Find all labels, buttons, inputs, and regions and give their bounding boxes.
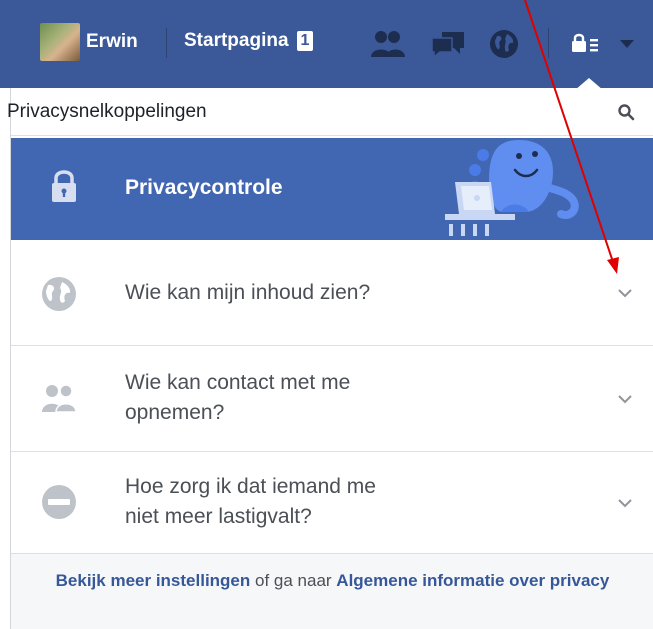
top-navigation-bar: Erwin Startpagina 1: [0, 0, 653, 90]
privacy-basics-link[interactable]: Algemene informatie over privacy: [336, 571, 609, 590]
divider: [548, 28, 549, 58]
user-name: Erwin: [86, 31, 138, 52]
messages-icon[interactable]: [428, 24, 468, 64]
friend-requests-icon[interactable]: [368, 24, 408, 64]
panel-footer: Bekijk meer instellingen of ga naar Alge…: [11, 554, 653, 629]
banner-label: Privacycontrole: [125, 176, 283, 199]
option-label: Wie kan mijn inhoud zien?: [125, 281, 371, 304]
option-label: Hoe zorg ik dat iemand me niet meer last…: [125, 472, 376, 532]
more-settings-link[interactable]: Bekijk meer instellingen: [56, 571, 251, 590]
divider: [166, 28, 167, 58]
option-label: Wie kan contact met me opnemen?: [125, 368, 350, 428]
home-count-badge: 1: [296, 31, 314, 51]
lock-icon: [52, 170, 76, 202]
notifications-globe-icon[interactable]: [484, 24, 524, 64]
chevron-down-icon[interactable]: [616, 494, 634, 512]
privacy-option-stop-harassment[interactable]: Hoe zorg ik dat iemand me niet meer last…: [11, 452, 653, 554]
dinosaur-mascot-illustration: [445, 140, 579, 236]
search-icon[interactable]: [611, 97, 641, 127]
home-label: Startpagina: [184, 30, 289, 51]
people-icon: [42, 384, 77, 413]
account-menu-caret-icon[interactable]: [618, 38, 636, 50]
option-label-line: Wie kan contact met me: [125, 371, 351, 394]
privacy-lock-icon: [572, 33, 598, 52]
option-label-line: opnemen?: [125, 401, 225, 424]
option-label-line: niet meer lastigvalt?: [125, 505, 312, 528]
chevron-down-icon[interactable]: [616, 390, 634, 408]
chevron-down-icon[interactable]: [616, 284, 634, 302]
home-link[interactable]: Startpagina 1: [184, 30, 314, 52]
privacy-option-who-can-contact[interactable]: Wie kan contact met me opnemen?: [11, 346, 653, 452]
privacy-checkup-banner[interactable]: Privacycontrole: [11, 138, 653, 240]
block-icon: [42, 485, 76, 519]
privacy-option-who-can-see[interactable]: Wie kan mijn inhoud zien?: [11, 240, 653, 346]
option-label-line: Hoe zorg ik dat iemand me: [125, 475, 376, 498]
privacy-shortcuts-panel: Privacysnelkoppelingen Privacycontrole W…: [7, 88, 653, 629]
footer-text: of ga naar: [250, 571, 337, 590]
panel-header: Privacysnelkoppelingen: [7, 88, 653, 136]
profile-link[interactable]: Erwin: [40, 22, 138, 62]
globe-icon: [42, 277, 76, 311]
avatar: [40, 23, 80, 61]
privacy-shortcuts-button[interactable]: [570, 24, 650, 64]
panel-title: Privacysnelkoppelingen: [7, 100, 207, 122]
